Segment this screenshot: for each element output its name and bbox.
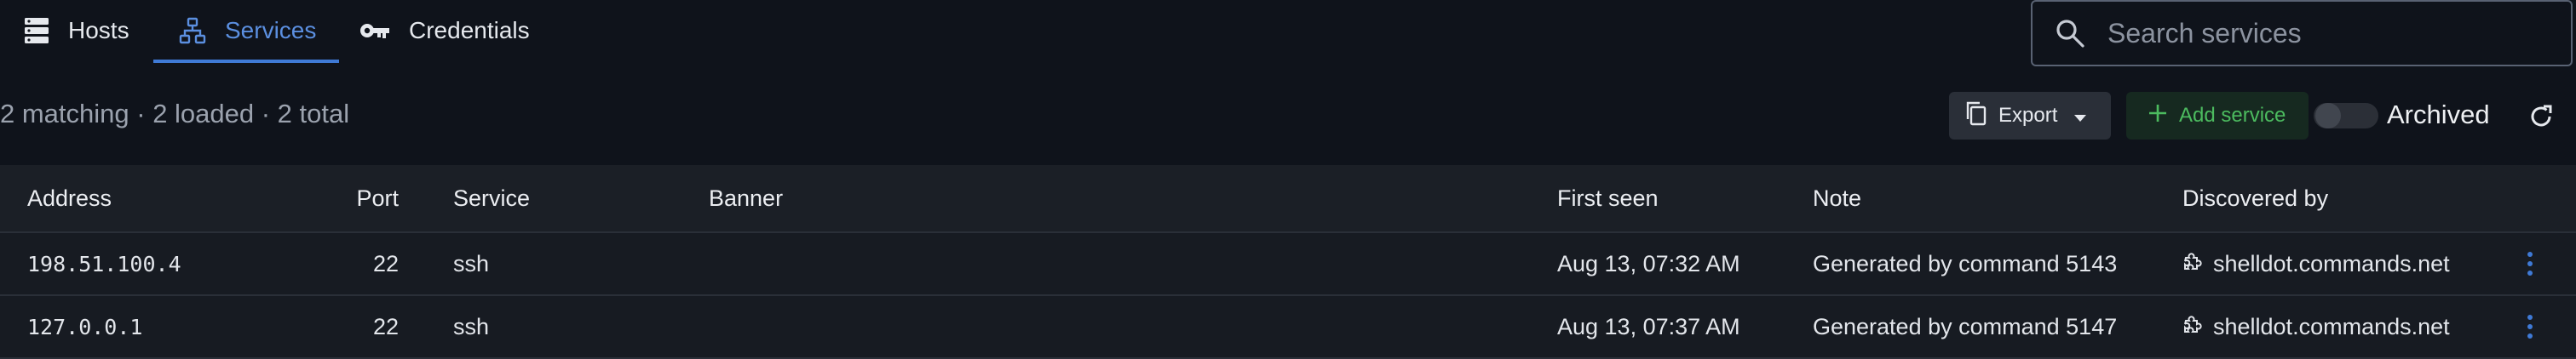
refresh-icon[interactable] xyxy=(2528,104,2554,134)
tab-hosts[interactable]: Hosts xyxy=(24,0,129,61)
service-cell: ssh xyxy=(453,313,490,339)
tab-hosts-label: Hosts xyxy=(68,17,129,43)
address-cell: 198.51.100.4 xyxy=(27,251,181,276)
first-seen-cell: Aug 13, 07:37 AM xyxy=(1557,313,1740,339)
column-header-note[interactable]: Note xyxy=(1813,165,1861,231)
table-row[interactable]: 198.51.100.4 22 ssh Aug 13, 07:32 AM Gen… xyxy=(0,233,2576,296)
key-icon xyxy=(359,20,390,41)
address-cell: 127.0.0.1 xyxy=(27,314,143,339)
column-header-port[interactable]: Port xyxy=(324,165,399,231)
service-cell: ssh xyxy=(453,250,490,276)
archived-label: Archived xyxy=(2387,100,2490,129)
tab-services-label: Services xyxy=(225,17,317,43)
server-icon xyxy=(24,17,49,44)
puzzle-icon xyxy=(2182,314,2203,340)
plus-icon xyxy=(2148,104,2167,128)
add-service-button[interactable]: Add service xyxy=(2126,92,2309,140)
search-box[interactable] xyxy=(2031,0,2573,66)
search-input[interactable] xyxy=(2106,16,2552,50)
column-header-address[interactable]: Address xyxy=(27,165,112,231)
copy-icon xyxy=(1964,100,1987,132)
tab-credentials-label: Credentials xyxy=(409,17,530,43)
table-header: Address Port Service Banner First seen N… xyxy=(0,165,2576,233)
export-button[interactable]: Export xyxy=(1949,92,2111,140)
toggle-knob xyxy=(2315,103,2341,128)
network-icon xyxy=(179,17,206,44)
port-cell: 22 xyxy=(372,313,399,339)
top-bar: Hosts Services Credentials xyxy=(0,0,2576,66)
column-header-discovered-by[interactable]: Discovered by xyxy=(2182,165,2328,231)
services-table: Address Port Service Banner First seen N… xyxy=(0,165,2576,359)
first-seen-cell: Aug 13, 07:32 AM xyxy=(1557,250,1740,276)
row-menu-icon[interactable] xyxy=(2521,233,2539,294)
search-icon xyxy=(2055,18,2085,48)
tab-services[interactable]: Services xyxy=(179,0,316,61)
active-tab-indicator xyxy=(153,60,339,63)
table-row[interactable]: 127.0.0.1 22 ssh Aug 13, 07:37 AM Genera… xyxy=(0,296,2576,359)
results-summary: 2 matching · 2 loaded · 2 total xyxy=(0,99,350,128)
puzzle-icon xyxy=(2182,251,2203,277)
export-label: Export xyxy=(1998,104,2058,127)
discovered-by-cell: shelldot.commands.net xyxy=(2182,296,2450,357)
row-menu-icon[interactable] xyxy=(2521,296,2539,357)
discovered-by-link[interactable]: shelldot.commands.net xyxy=(2213,251,2450,277)
archived-toggle[interactable] xyxy=(2314,103,2378,128)
add-service-label: Add service xyxy=(2179,104,2286,127)
discovered-by-cell: shelldot.commands.net xyxy=(2182,233,2450,294)
column-header-service[interactable]: Service xyxy=(453,165,530,231)
tab-credentials[interactable]: Credentials xyxy=(359,0,530,61)
caret-down-icon xyxy=(2074,104,2087,128)
column-header-banner[interactable]: Banner xyxy=(709,165,783,231)
note-cell: Generated by command 5143 xyxy=(1813,250,2118,276)
note-cell: Generated by command 5147 xyxy=(1813,313,2118,339)
port-cell: 22 xyxy=(372,250,399,276)
column-header-first-seen[interactable]: First seen xyxy=(1557,165,1659,231)
discovered-by-link[interactable]: shelldot.commands.net xyxy=(2213,314,2450,340)
